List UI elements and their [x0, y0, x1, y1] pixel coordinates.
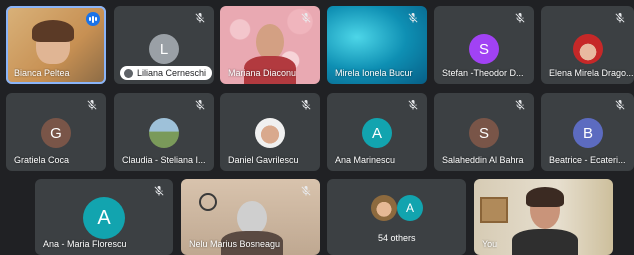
participant-tile-nelu[interactable]: Nelu Marius Bosneagu	[181, 179, 320, 255]
participant-video	[256, 24, 284, 60]
avatar-initial: S	[478, 124, 489, 142]
participant-photo-avatar	[371, 195, 397, 221]
avatar-initial: A	[405, 201, 414, 215]
mic-off-icon	[301, 186, 311, 196]
participant-tile-gratiela[interactable]: G Gratiela Coca	[6, 93, 106, 171]
account-icon	[124, 68, 133, 78]
participant-avatar: L	[149, 34, 179, 64]
name-pill: Liliana Cerneschi	[120, 66, 213, 80]
participant-avatar: B	[573, 118, 603, 148]
participant-tile-claudia[interactable]: Claudia - Steliana I...	[114, 93, 214, 171]
avatar-initial: A	[97, 206, 111, 229]
participant-name: You	[482, 239, 498, 249]
participant-avatar: A	[362, 118, 392, 148]
participant-name: Beatrice - Ecateri...	[549, 155, 626, 165]
participant-name: Nelu Marius Bosneagu	[189, 239, 281, 249]
participant-avatar: G	[41, 118, 71, 148]
participant-tile-salaheddin[interactable]: S Salaheddin Al Bahra	[434, 93, 534, 171]
participant-tile-ana-florescu[interactable]: A Ana - Maria Florescu	[35, 179, 173, 255]
mic-off-icon	[408, 13, 418, 23]
avatar-initial: A	[371, 124, 382, 142]
participant-name: Ana Marinescu	[335, 155, 396, 165]
mic-off-icon	[515, 100, 525, 110]
mic-off-icon	[195, 100, 205, 110]
participant-name: Liliana Cerneschi	[137, 68, 207, 78]
participant-tile-mariana[interactable]: Mariana Diaconu	[220, 6, 320, 84]
others-count: 54 others	[378, 233, 416, 243]
participant-name: Elena Mirela Drago...	[549, 68, 634, 78]
participant-avatar: A	[397, 195, 423, 221]
mic-off-icon	[615, 13, 625, 23]
avatar-initial: B	[582, 124, 593, 142]
participant-photo-avatar	[573, 34, 603, 64]
mic-off-icon	[195, 13, 205, 23]
mic-off-icon	[87, 100, 97, 110]
participant-tile-beatrice[interactable]: B Beatrice - Ecateri...	[541, 93, 634, 171]
participant-tile-liliana[interactable]: L Liliana Cerneschi	[114, 6, 214, 84]
participant-name: Mariana Diaconu	[228, 68, 297, 78]
participant-tile-you[interactable]: You	[474, 179, 613, 255]
participant-avatar: A	[83, 197, 125, 239]
participant-name: Stefan -Theodor D...	[442, 68, 524, 78]
participant-video-hair	[526, 187, 564, 207]
participant-photo-avatar	[149, 118, 179, 148]
participant-name: Salaheddin Al Bahra	[442, 155, 524, 165]
mic-off-icon	[408, 100, 418, 110]
participant-avatar: S	[469, 34, 499, 64]
participant-name: Gratiela Coca	[14, 155, 70, 165]
mic-off-icon	[154, 186, 164, 196]
participant-photo-avatar	[255, 118, 285, 148]
picture-frame	[480, 197, 508, 223]
participant-name: Daniel Gavrilescu	[228, 155, 299, 165]
participant-name: Claudia - Steliana I...	[122, 155, 206, 165]
participant-avatar: S	[469, 118, 499, 148]
participant-tile-elena[interactable]: Elena Mirela Drago...	[541, 6, 634, 84]
mic-off-icon	[615, 100, 625, 110]
participant-tile-bianca[interactable]: Bianca Peltea	[6, 6, 106, 84]
speaking-indicator-icon	[86, 12, 100, 26]
participant-video	[237, 201, 267, 235]
participant-video-hair	[32, 20, 74, 42]
wall-decoration	[199, 193, 217, 211]
mic-off-icon	[515, 13, 525, 23]
mic-off-icon	[301, 13, 311, 23]
participant-tile-ana-marinescu[interactable]: A Ana Marinescu	[327, 93, 427, 171]
participant-name: Bianca Peltea	[14, 68, 70, 78]
avatar-initial: L	[159, 40, 169, 58]
others-tile[interactable]: A 54 others	[327, 179, 466, 255]
avatar-initial: S	[478, 40, 489, 58]
participant-name: Ana - Maria Florescu	[43, 239, 127, 249]
participant-video-body	[512, 229, 578, 255]
participant-tile-daniel[interactable]: Daniel Gavrilescu	[220, 93, 320, 171]
participant-name: Mirela Ionela Bucur	[335, 68, 413, 78]
mic-off-icon	[301, 100, 311, 110]
participant-tile-mirela[interactable]: Mirela Ionela Bucur	[327, 6, 427, 84]
participant-tile-stefan[interactable]: S Stefan -Theodor D...	[434, 6, 534, 84]
avatar-initial: G	[50, 124, 62, 142]
